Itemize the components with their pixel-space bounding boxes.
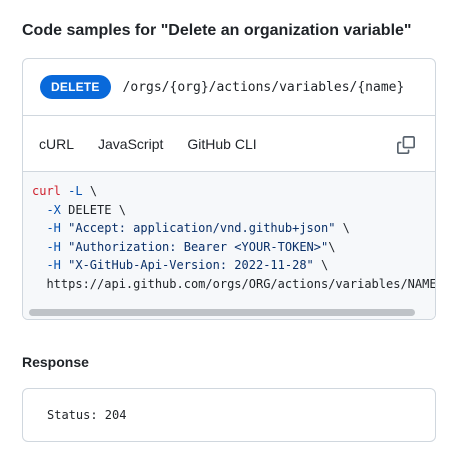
code-text: \ <box>313 258 329 272</box>
language-tabs: cURL JavaScript GitHub CLI <box>23 116 435 172</box>
endpoint-path: /orgs/{org}/actions/variables/{name} <box>122 79 405 95</box>
code-block[interactable]: curl -L \ -X DELETE \ -H "Accept: applic… <box>23 172 435 319</box>
tab-javascript[interactable]: JavaScript <box>98 136 163 152</box>
response-box: Status: 204 <box>22 388 436 442</box>
code-string: "Accept: application/vnd.github+json" <box>60 221 336 235</box>
endpoint-header: DELETE /orgs/{org}/actions/variables/{na… <box>23 59 435 116</box>
code-line: -X DELETE \ <box>32 201 435 220</box>
http-method-badge: DELETE <box>40 75 111 99</box>
code-line: https://api.github.com/orgs/ORG/actions/… <box>32 276 435 291</box>
copy-button[interactable] <box>397 136 415 154</box>
page-title: Code samples for "Delete an organization… <box>22 22 412 39</box>
code-command: curl <box>32 184 61 198</box>
code-text: DELETE \ <box>60 202 126 217</box>
code-line: -H "Authorization: Bearer <YOUR-TOKEN>"\ <box>32 238 435 257</box>
scrollbar-thumb[interactable] <box>29 309 415 316</box>
code-sample-card: DELETE /orgs/{org}/actions/variables/{na… <box>22 58 436 320</box>
code-flag: -X <box>46 202 61 217</box>
code-string: "Authorization: Bearer <YOUR-TOKEN>" <box>60 239 329 254</box>
code-text: \ <box>82 184 98 198</box>
code-flag: -H <box>46 221 61 235</box>
tab-curl[interactable]: cURL <box>39 136 74 152</box>
code-string: "X-GitHub-Api-Version: 2022-11-28" <box>60 258 314 272</box>
code-text: \ <box>328 239 336 254</box>
code-flag: -L <box>60 184 83 198</box>
tab-github-cli[interactable]: GitHub CLI <box>187 136 256 152</box>
copy-icon <box>397 136 415 154</box>
code-flag: -H <box>46 258 61 272</box>
code-line: -H "Accept: application/vnd.github+json"… <box>32 219 435 238</box>
code-line: curl -L \ <box>32 182 435 201</box>
horizontal-scrollbar[interactable] <box>23 305 435 319</box>
code-text: \ <box>335 221 350 235</box>
code-flag: -H <box>46 239 61 254</box>
response-status: Status: 204 <box>47 408 127 422</box>
code-line: -H "X-GitHub-Api-Version: 2022-11-28" \ <box>32 256 435 275</box>
response-heading: Response <box>22 354 89 370</box>
